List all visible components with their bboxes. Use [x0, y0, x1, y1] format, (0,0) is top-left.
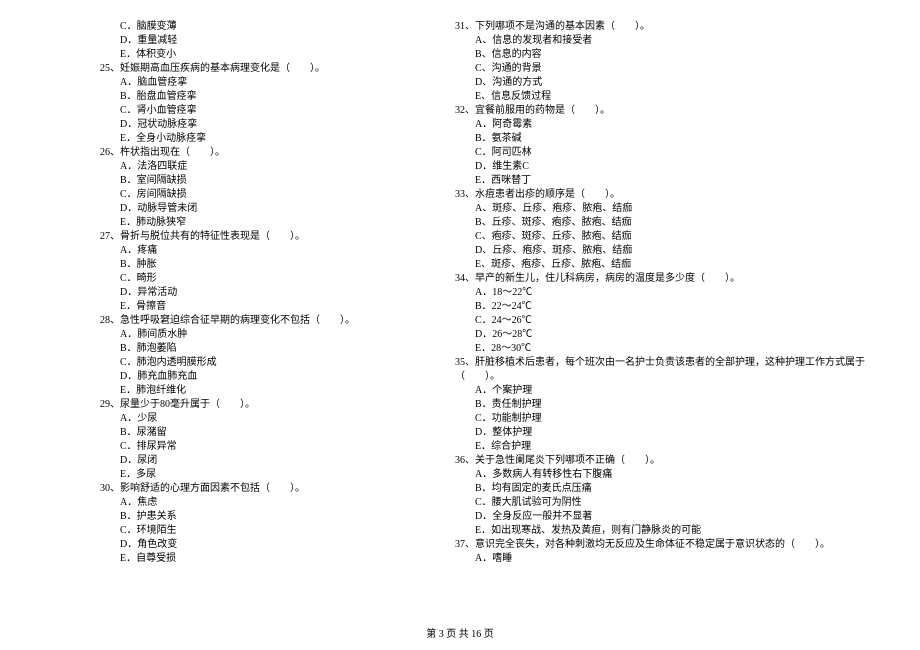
option-text: C．房间隔缺损 — [120, 188, 420, 202]
option-text: C．腰大肌试验可为阴性 — [475, 496, 865, 510]
option-text: D．异常活动 — [120, 286, 420, 300]
option-text: C．24～26℃ — [475, 314, 865, 328]
option-text: A．阿奇霉素 — [475, 118, 865, 132]
question-text: 29、尿量少于80毫升属于（ ）。 — [100, 398, 420, 412]
option-text: D、沟通的方式 — [475, 76, 865, 90]
option-text: C、疱疹、斑疹、丘疹、脓疱、结痂 — [475, 230, 865, 244]
option-text: A．脑血管痉挛 — [120, 76, 420, 90]
question-text: 31、下列哪项不是沟通的基本因素（ ）。 — [455, 20, 865, 34]
option-text: E．体积变小 — [120, 48, 420, 62]
option-text: B、丘疹、斑疹、疱疹、脓疱、结痂 — [475, 216, 865, 230]
option-text: C．阿司匹林 — [475, 146, 865, 160]
option-text: B．22～24℃ — [475, 300, 865, 314]
option-text: B．肿胀 — [120, 258, 420, 272]
option-text: E、斑疹、疱疹、丘疹、脓疱、结痂 — [475, 258, 865, 272]
right-column: 31、下列哪项不是沟通的基本因素（ ）。A、信息的发现者和接受者B、信息的内容C… — [435, 20, 880, 590]
question-text: 25、妊娠期高血压疾病的基本病理变化是（ ）。 — [100, 62, 420, 76]
option-text: B．责任制护理 — [475, 398, 865, 412]
option-text: A．多数病人有转移性右下腹痛 — [475, 468, 865, 482]
question-text: 32、宜餐前服用的药物是（ ）。 — [455, 104, 865, 118]
option-text: D．整体护理 — [475, 426, 865, 440]
option-text: D．26～28℃ — [475, 328, 865, 342]
option-text: C．功能制护理 — [475, 412, 865, 426]
option-text: D．角色改变 — [120, 538, 420, 552]
option-text: B．氨茶碱 — [475, 132, 865, 146]
question-text: 28、急性呼吸窘迫综合征早期的病理变化不包括（ ）。 — [100, 314, 420, 328]
option-text: B．室间隔缺损 — [120, 174, 420, 188]
option-text: A．个案护理 — [475, 384, 865, 398]
option-text: B．均有固定的麦氏点压痛 — [475, 482, 865, 496]
question-text: 36、关于急性阑尾炎下列哪项不正确（ ）。 — [455, 454, 865, 468]
option-text: D．重量减轻 — [120, 34, 420, 48]
option-text: E、信息反馈过程 — [475, 90, 865, 104]
option-text: C、沟通的背景 — [475, 62, 865, 76]
option-text: E．骨擦音 — [120, 300, 420, 314]
option-text: C．畸形 — [120, 272, 420, 286]
left-column: C．脑膜变薄D．重量减轻E．体积变小25、妊娠期高血压疾病的基本病理变化是（ ）… — [40, 20, 435, 590]
option-text: A、信息的发现者和接受者 — [475, 34, 865, 48]
option-text: D．全身反应一般并不显著 — [475, 510, 865, 524]
question-text: 35、肝脏移植术后患者，每个班次由一名护士负责该患者的全部护理，这种护理工作方式… — [455, 356, 865, 370]
option-text: E．全身小动脉痉挛 — [120, 132, 420, 146]
option-text: A．18～22℃ — [475, 286, 865, 300]
option-text: D．维生素C — [475, 160, 865, 174]
option-text: B、信息的内容 — [475, 48, 865, 62]
question-text: 37、意识完全丧失，对各种刺激均无反应及生命体征不稳定属于意识状态的（ ）。 — [455, 538, 865, 552]
question-text: 26、杵状指出现在（ ）。 — [100, 146, 420, 160]
option-text: C．肺泡内透明膜形成 — [120, 356, 420, 370]
option-text: E．28～30℃ — [475, 342, 865, 356]
option-text: E．肺泡纤维化 — [120, 384, 420, 398]
option-text: A．疼痛 — [120, 244, 420, 258]
option-text: E．综合护理 — [475, 440, 865, 454]
question-text: 33、水痘患者出疹的顺序是（ ）。 — [455, 188, 865, 202]
option-text: E．自尊受损 — [120, 552, 420, 566]
question-text: 30、影响舒适的心理方面因素不包括（ ）。 — [100, 482, 420, 496]
option-text: E．西咪替丁 — [475, 174, 865, 188]
page-footer: 第 3 页 共 16 页 — [0, 625, 920, 640]
option-text: A．法洛四联症 — [120, 160, 420, 174]
option-text: A．嗜睡 — [475, 552, 865, 566]
option-text: B．肺泡萎陷 — [120, 342, 420, 356]
option-text: D．冠状动脉痉挛 — [120, 118, 420, 132]
question-text: 27、骨折与脱位共有的特征性表现是（ ）。 — [100, 230, 420, 244]
option-text: B．胎盘血管痉挛 — [120, 90, 420, 104]
option-text: C．肾小血管痉挛 — [120, 104, 420, 118]
page-content: C．脑膜变薄D．重量减轻E．体积变小25、妊娠期高血压疾病的基本病理变化是（ ）… — [0, 0, 920, 620]
option-text: B．护患关系 — [120, 510, 420, 524]
option-text: D．动脉导管未闭 — [120, 202, 420, 216]
option-text: B．尿潴留 — [120, 426, 420, 440]
option-text: E．如出现寒战、发热及黄疸，则有门静脉炎的可能 — [475, 524, 865, 538]
option-text: A．少尿 — [120, 412, 420, 426]
option-text: E．肺动脉狭窄 — [120, 216, 420, 230]
option-text: D．肺充血肺充血 — [120, 370, 420, 384]
question-text: （ ）。 — [455, 370, 865, 384]
option-text: A．焦虑 — [120, 496, 420, 510]
option-text: E．多尿 — [120, 468, 420, 482]
option-text: C．环境陌生 — [120, 524, 420, 538]
question-text: 34、早产的新生儿，住儿科病房，病房的温度是多少度（ ）。 — [455, 272, 865, 286]
option-text: D、丘疹、疱疹、斑疹、脓疱、结痂 — [475, 244, 865, 258]
option-text: A．肺间质水肿 — [120, 328, 420, 342]
option-text: C．脑膜变薄 — [120, 20, 420, 34]
option-text: D．尿闭 — [120, 454, 420, 468]
option-text: C．排尿异常 — [120, 440, 420, 454]
option-text: A、斑疹、丘疹、疱疹、脓疱、结痂 — [475, 202, 865, 216]
